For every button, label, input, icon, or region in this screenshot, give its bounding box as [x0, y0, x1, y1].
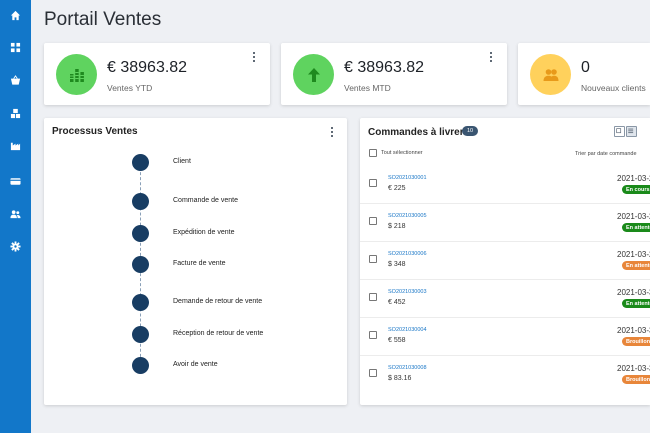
order-id-link[interactable]: SO2021030004 [388, 327, 427, 333]
users-icon[interactable] [8, 207, 23, 222]
kpi-value: € 38963.82 [107, 59, 188, 76]
card-view-icon[interactable] [614, 126, 625, 137]
kpi-card-mtd: € 38963.82 Ventes MTD [281, 43, 507, 105]
table-row[interactable]: SO2021030008 $ 83.16 2021-03-3 Brouillon [360, 356, 650, 394]
order-amount: $ 348 [388, 261, 406, 268]
sidebar [0, 0, 31, 433]
status-badge: En attente [622, 223, 650, 232]
kpi-card-new-customers: 0 Nouveaux clients [518, 43, 650, 105]
order-id-link[interactable]: SO2021030003 [388, 289, 427, 295]
row-checkbox[interactable] [369, 331, 377, 339]
kpi-label: Ventes MTD [344, 83, 391, 93]
kpi-value: € 38963.82 [344, 59, 425, 76]
sales-process-panel: Processus Ventes Client Commande de vent… [44, 118, 347, 405]
status-badge: En cours [622, 185, 650, 194]
more-options-icon[interactable] [329, 126, 335, 138]
step-label: Client [173, 158, 191, 165]
arrow-up-icon [293, 54, 334, 95]
timeline-node [132, 357, 149, 374]
timeline-node [132, 154, 149, 171]
step-label: Commande de vente [173, 197, 238, 204]
timeline-node [132, 193, 149, 210]
table-row[interactable]: SO2021030003 € 452 2021-03-3 En attente [360, 280, 650, 318]
order-amount: $ 83.16 [388, 375, 412, 382]
boxes-icon[interactable] [8, 106, 23, 121]
page-title: Portail Ventes [44, 9, 162, 30]
process-step[interactable]: Avoir de vente [88, 357, 288, 377]
home-icon[interactable] [8, 8, 23, 23]
timeline-node [132, 326, 149, 343]
row-checkbox[interactable] [369, 255, 377, 263]
table-row[interactable]: SO2021030006 $ 348 2021-03-2 En attente [360, 242, 650, 280]
row-checkbox[interactable] [369, 217, 377, 225]
select-all-label: Tout sélectionner [381, 150, 423, 156]
kpi-label: Ventes YTD [107, 83, 153, 93]
status-badge: En attente [622, 299, 650, 308]
process-step[interactable]: Réception de retour de vente [88, 326, 288, 346]
order-id-link[interactable]: SO2021030006 [388, 251, 427, 257]
process-step[interactable]: Expédition de vente [88, 225, 288, 245]
process-step[interactable]: Demande de retour de vente [88, 294, 288, 314]
more-options-icon[interactable] [488, 51, 494, 63]
order-id-link[interactable]: SO2021030001 [388, 175, 427, 181]
step-label: Demande de retour de vente [173, 298, 263, 305]
kpi-value: 0 [581, 59, 590, 76]
order-id-link[interactable]: SO2021030005 [388, 213, 427, 219]
panel-title: Processus Ventes [52, 126, 138, 137]
bar-chart-icon [56, 54, 97, 95]
step-label: Facture de vente [173, 260, 226, 267]
order-id-link[interactable]: SO2021030008 [388, 365, 427, 371]
process-step[interactable]: Commande de vente [88, 193, 288, 213]
order-date: 2021-03-3 [617, 326, 650, 335]
table-row[interactable]: SO2021030001 € 225 2021-03-2 En cours [360, 166, 650, 204]
order-date: 2021-03-2 [617, 174, 650, 183]
users-icon [530, 54, 571, 95]
process-step[interactable]: Facture de vente [88, 256, 288, 276]
factory-icon[interactable] [8, 138, 23, 153]
timeline-node [132, 256, 149, 273]
grid-icon[interactable] [8, 40, 23, 55]
process-step[interactable]: Client [88, 154, 288, 174]
timeline-node [132, 294, 149, 311]
order-amount: € 452 [388, 299, 406, 306]
order-amount: € 558 [388, 337, 406, 344]
timeline-node [132, 225, 149, 242]
row-checkbox[interactable] [369, 293, 377, 301]
list-view-icon[interactable] [626, 126, 637, 137]
order-date: 2021-03-3 [617, 288, 650, 297]
table-row[interactable]: SO2021030004 € 558 2021-03-3 Brouillon [360, 318, 650, 356]
order-date: 2021-03-2 [617, 250, 650, 259]
sort-label[interactable]: Trier par date commande [575, 151, 637, 157]
card-icon[interactable] [8, 174, 23, 189]
order-date: 2021-03-3 [617, 364, 650, 373]
status-badge: Brouillon [622, 375, 650, 384]
more-options-icon[interactable] [251, 51, 257, 63]
step-label: Avoir de vente [173, 361, 218, 368]
step-label: Réception de retour de vente [173, 330, 264, 337]
row-checkbox[interactable] [369, 179, 377, 187]
kpi-label: Nouveaux clients [581, 83, 646, 93]
select-all-checkbox[interactable] [369, 149, 377, 157]
order-amount: € 225 [388, 185, 406, 192]
count-badge: 10 [462, 126, 478, 136]
row-checkbox[interactable] [369, 369, 377, 377]
panel-title: Commandes à livrer [368, 127, 464, 138]
kpi-card-ytd: € 38963.82 Ventes YTD [44, 43, 270, 105]
step-label: Expédition de vente [173, 229, 235, 236]
table-row[interactable]: SO2021030005 $ 218 2021-03-2 En attente [360, 204, 650, 242]
status-badge: Brouillon [622, 337, 650, 346]
order-amount: $ 218 [388, 223, 406, 230]
gear-icon[interactable] [8, 239, 23, 254]
order-date: 2021-03-2 [617, 212, 650, 221]
status-badge: En attente [622, 261, 650, 270]
basket-icon[interactable] [8, 73, 23, 88]
orders-to-deliver-panel: Commandes à livrer 10 Tout sélectionner … [360, 118, 650, 405]
